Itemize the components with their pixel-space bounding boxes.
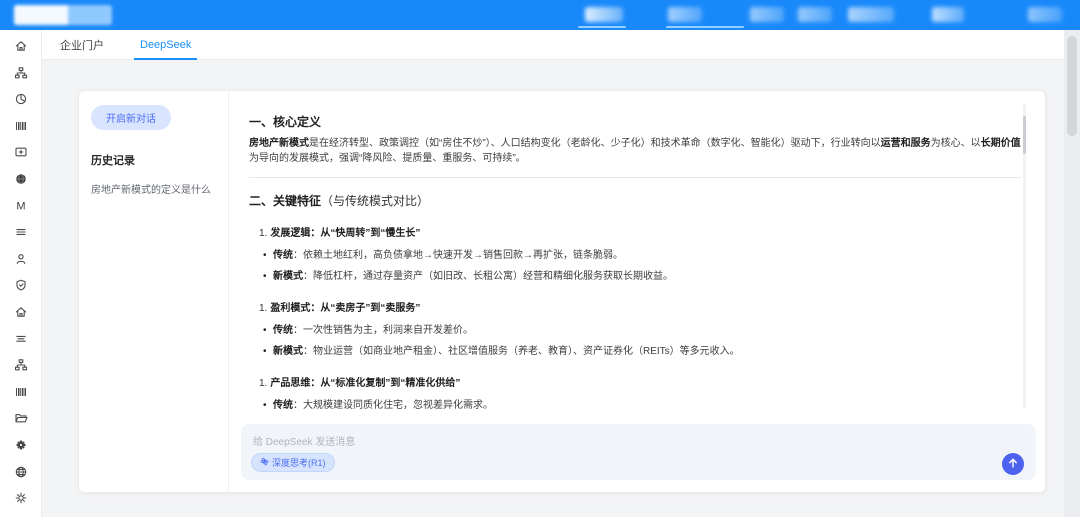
redacted-menu-item[interactable] xyxy=(848,7,894,22)
chat-main: 一、核心定义 房地产新模式是在经济转型、政策调控（如“房住不炒”）、人口结构变化… xyxy=(229,91,1045,492)
feature-bullet: •传统：依赖土地红利，高负债拿地→快速开发→销售回款→再扩张，链条脆弱。 xyxy=(249,248,1021,263)
user-icon[interactable] xyxy=(13,252,28,266)
section-divider xyxy=(249,177,1021,178)
barcode-icon[interactable] xyxy=(13,385,28,399)
feature-bullet: •传统：一次性销售为主，利润来自开发差价。 xyxy=(249,323,1021,338)
redacted-menu-item[interactable] xyxy=(1028,7,1062,22)
markdown-m-icon[interactable]: M xyxy=(13,199,28,213)
badge-icon[interactable] xyxy=(13,438,28,452)
feature-item: 1.产品思维：从“标准化复制”到“精准化供给” •传统：大规模建设同质化住宅，忽视… xyxy=(249,374,1021,414)
feature-bullet: •新模式：物业运营（如商业地产租金）、社区增值服务（养老、教育）、资产证券化（R… xyxy=(249,344,1021,359)
redacted-menu-item[interactable] xyxy=(585,7,623,22)
composer-input[interactable]: 给 DeepSeek 发送消息 xyxy=(253,433,355,448)
redacted-menu-item[interactable] xyxy=(750,7,784,22)
feature-item: 1.盈利模式：从“卖房子”到“卖服务” •传统：一次性销售为主，利润来自开发差价。… xyxy=(249,299,1021,359)
org-chart-icon[interactable] xyxy=(13,358,28,372)
history-item[interactable]: 房地产新模式的定义是什么 xyxy=(91,181,216,196)
page-scrollbar[interactable] xyxy=(1064,30,1080,517)
pie-chart-icon[interactable] xyxy=(13,92,28,106)
feature-item-title: 1.产品思维：从“标准化复制”到“精准化供给” xyxy=(249,374,1021,389)
composer[interactable]: 给 DeepSeek 发送消息 深度思考(R1) xyxy=(241,424,1036,480)
image-add-icon[interactable] xyxy=(13,145,28,159)
home-icon[interactable] xyxy=(13,305,28,319)
gear-icon[interactable] xyxy=(13,491,28,505)
folder-open-icon[interactable] xyxy=(13,411,28,425)
section-title-1: 一、核心定义 xyxy=(249,113,1021,130)
history-title: 历史记录 xyxy=(91,152,216,168)
menu-active-underline xyxy=(666,26,744,28)
home-icon[interactable] xyxy=(13,39,28,53)
shield-icon[interactable] xyxy=(13,278,28,292)
left-icon-rail: M xyxy=(0,30,42,517)
tab-enterprise-portal[interactable]: 企业门户 xyxy=(42,30,122,60)
message-scrollbar-thumb[interactable] xyxy=(1023,116,1026,154)
section-title-2: 二、关键特征（与传统模式对比） xyxy=(249,192,1021,209)
definition-paragraph: 房地产新模式是在经济转型、政策调控（如“房住不炒”）、人口结构变化（老龄化、少子… xyxy=(249,136,1021,166)
deep-think-icon xyxy=(260,457,269,468)
feature-bullet: •传统：大规模建设同质化住宅，忽视差异化需求。 xyxy=(249,398,1021,413)
stack-icon[interactable] xyxy=(13,332,28,346)
new-chat-button[interactable]: 开启新对话 xyxy=(91,105,171,130)
feature-item-title: 1.盈利模式：从“卖房子”到“卖服务” xyxy=(249,299,1021,314)
deep-think-button[interactable]: 深度思考(R1) xyxy=(251,453,335,472)
send-button[interactable] xyxy=(1002,453,1024,475)
org-chart-icon[interactable] xyxy=(13,66,28,80)
chat-sidebar: 开启新对话 历史记录 房地产新模式的定义是什么 xyxy=(79,91,229,492)
app-logo xyxy=(14,5,112,25)
feature-item: 1.发展逻辑：从“快周转”到“慢生长” •传统：依赖土地红利，高负债拿地→快速开发… xyxy=(249,224,1021,284)
page-scrollbar-thumb[interactable] xyxy=(1067,36,1077,136)
deepseek-panel: 开启新对话 历史记录 房地产新模式的定义是什么 一、核心定义 房地产新模式是在经… xyxy=(78,90,1046,493)
message-scrollbar[interactable] xyxy=(1023,104,1026,408)
svg-text:M: M xyxy=(16,200,25,212)
redacted-menu-item[interactable] xyxy=(798,7,832,22)
tab-bar: 企业门户 DeepSeek xyxy=(42,30,1064,60)
menu-active-underline xyxy=(578,26,626,28)
list-icon[interactable] xyxy=(13,225,28,239)
redacted-menu-item[interactable] xyxy=(668,7,702,22)
app-window: M 企业门户 DeepSeek 开启新对话 历史记录 房地产新模式的定义是什么 … xyxy=(0,0,1080,517)
barcode-icon[interactable] xyxy=(13,119,28,133)
globe-icon[interactable] xyxy=(13,465,28,479)
arrow-up-icon xyxy=(1007,457,1019,472)
tab-deepseek[interactable]: DeepSeek xyxy=(122,30,209,60)
feature-bullet: •新模式：降低杠杆，通过存量资产（如旧改、长租公寓）经营和精细化服务获取长期收益… xyxy=(249,269,1021,284)
app-header xyxy=(0,0,1080,30)
globe-filled-icon[interactable] xyxy=(13,172,28,186)
redacted-menu-item[interactable] xyxy=(932,7,964,22)
assistant-message: 一、核心定义 房地产新模式是在经济转型、政策调控（如“房住不炒”）、人口结构变化… xyxy=(229,91,1045,414)
feature-item-title: 1.发展逻辑：从“快周转”到“慢生长” xyxy=(249,224,1021,239)
